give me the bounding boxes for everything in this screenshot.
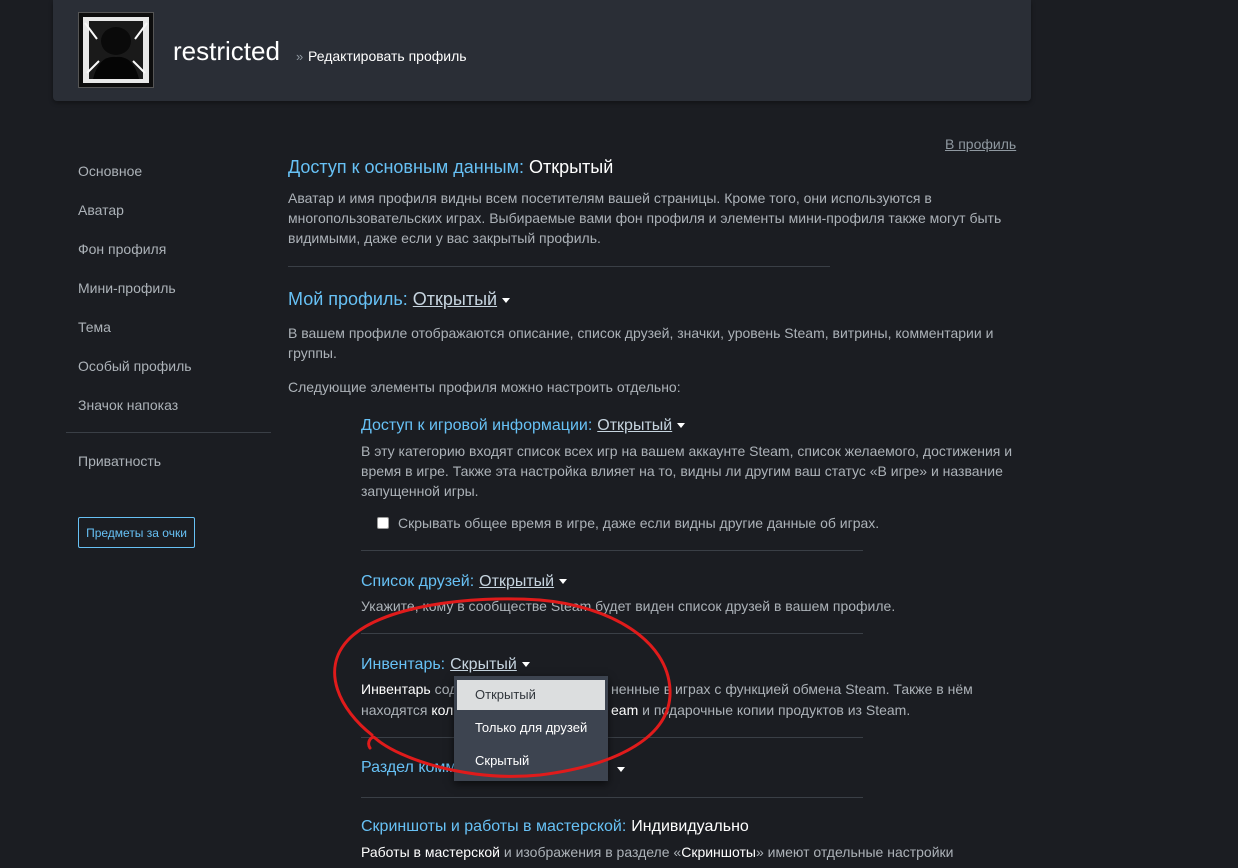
hide-playtime-checkbox[interactable] [377, 517, 389, 529]
screenshots-desc-text: и изображения в разделе « [503, 844, 682, 860]
my-profile-privacy-dropdown[interactable]: Открытый [413, 289, 497, 309]
friends-description: Укажите, кому в сообществе Steam будет в… [361, 598, 896, 614]
basic-access-heading: Доступ к основным данным: Открытый [288, 157, 613, 178]
section-divider [288, 266, 830, 267]
friends-privacy-dropdown[interactable]: Открытый [479, 573, 554, 590]
back-to-profile-link[interactable]: В профиль [945, 136, 1016, 152]
chevron-down-icon[interactable] [677, 423, 686, 429]
my-profile-label: Мой профиль: [288, 289, 408, 309]
menu-option-friends-only[interactable]: Только для друзей [454, 713, 608, 743]
screenshots-heading: Скриншоты и работы в мастерской: Индивиду… [361, 818, 749, 836]
inventory-description-line1: Инвентарь сод [361, 679, 457, 699]
inventory-description-line2-tail: eam и подарочные копии продуктов из Stea… [611, 700, 910, 720]
comments-label: Раздел комм [361, 759, 457, 776]
my-profile-heading: Мой профиль: Открытый [288, 289, 511, 310]
menu-option-public[interactable]: Открытый [457, 680, 605, 710]
comments-heading: Раздел комм [361, 759, 456, 777]
game-info-privacy-dropdown[interactable]: Открытый [597, 417, 672, 434]
chevron-down-icon[interactable] [502, 297, 511, 303]
basic-desc-line: Аватар и имя профиля видны всем посетите… [288, 190, 932, 206]
game-info-label: Доступ к игровой информации: [361, 417, 593, 434]
game-info-desc-line: В эту категорию входят список всех игр н… [361, 443, 1013, 459]
game-info-heading: Доступ к игровой информации: Открытый [361, 417, 686, 435]
screenshots-description: Работы в мастерской и изображения в разд… [361, 842, 954, 862]
points-shop-button[interactable]: Предметы за очки [78, 517, 195, 548]
my-profile-desc-line: В вашем профиле отображаются описание, с… [288, 325, 994, 341]
screenshots-bold-text: Работы в мастерской [361, 844, 500, 860]
inventory-bold-text: eam [611, 702, 639, 718]
screenshots-bold-text: Скриншоты [681, 844, 756, 860]
sidebar-item-mini-profile[interactable]: Мини-профиль [78, 280, 176, 296]
avatar-image-icon [79, 13, 153, 87]
hide-playtime-label[interactable]: Скрывать общее время в игре, даже если в… [398, 515, 879, 531]
screenshots-desc-text: » имеют отдельные настройки [755, 844, 954, 860]
basic-access-value: Открытый [528, 157, 614, 177]
game-info-desc-line: время в игре. Также эта настройка влияет… [361, 463, 1003, 479]
section-divider [361, 737, 863, 738]
game-info-desc-line: запущенной игры. [361, 483, 479, 499]
sidebar-item-general[interactable]: Основное [78, 163, 142, 179]
breadcrumb: Редактировать профиль [308, 48, 467, 64]
inventory-privacy-dropdown[interactable]: Скрытый [450, 656, 517, 673]
sidebar-divider [66, 432, 271, 433]
avatar[interactable] [78, 12, 154, 88]
basic-desc-line: видимыми, даже если у вас закрытый профи… [288, 230, 601, 246]
inventory-bold-text: кол [431, 702, 454, 718]
basic-access-label: Доступ к основным данным: [288, 157, 524, 177]
profile-header: restricted » Редактировать профиль [53, 0, 1031, 101]
inventory-heading: Инвентарь: Скрытый [361, 656, 530, 674]
sidebar-item-theme[interactable]: Тема [78, 319, 111, 335]
menu-option-private[interactable]: Скрытый [454, 746, 608, 776]
section-divider [361, 633, 863, 634]
breadcrumb-separator: » [296, 49, 304, 64]
inventory-desc-text: находятся [361, 702, 428, 718]
sidebar-item-featured-badge[interactable]: Значок напоказ [78, 397, 178, 413]
chevron-down-icon[interactable] [559, 579, 568, 585]
chevron-down-icon[interactable] [521, 662, 530, 668]
sidebar-item-special-profile[interactable]: Особый профиль [78, 358, 192, 374]
my-profile-description: В вашем профиле отображаются описание, с… [288, 323, 993, 363]
my-profile-desc-line: группы. [288, 345, 337, 361]
inventory-privacy-menu: Открытый Только для друзей Скрытый [454, 676, 608, 781]
inventory-bold-text: Инвентарь [361, 681, 431, 697]
chevron-down-icon[interactable] [617, 767, 625, 772]
inventory-desc-text: и подарочные копии продуктов из Steam. [642, 702, 911, 718]
profile-name: restricted [173, 36, 280, 66]
sidebar-item-avatar[interactable]: Аватар [78, 202, 124, 218]
sidebar-item-background[interactable]: Фон профиля [78, 241, 166, 257]
screenshots-value: Индивидуально [631, 818, 749, 835]
inventory-description-line2: находятся кол [361, 700, 453, 720]
friends-heading: Список друзей: Открытый [361, 573, 568, 591]
profile-elements-note: Следующие элементы профиля можно настрои… [288, 379, 681, 395]
basic-access-description: Аватар и имя профиля видны всем посетите… [288, 188, 1001, 248]
sidebar-item-privacy[interactable]: Приватность [78, 453, 161, 469]
hide-playtime-option[interactable]: Скрывать общее время в игре, даже если в… [377, 515, 879, 531]
section-divider [361, 797, 863, 798]
basic-desc-line: многопользовательских играх. Выбираемые … [288, 210, 1002, 226]
inventory-label: Инвентарь: [361, 656, 446, 673]
screenshots-label: Скриншоты и работы в мастерской: [361, 818, 627, 835]
section-divider [361, 550, 863, 551]
game-info-description: В эту категорию входят список всех игр н… [361, 441, 1012, 501]
inventory-description-line1-tail: ненные в играх с функцией обмена Steam. … [611, 681, 973, 697]
friends-label: Список друзей: [361, 573, 475, 590]
